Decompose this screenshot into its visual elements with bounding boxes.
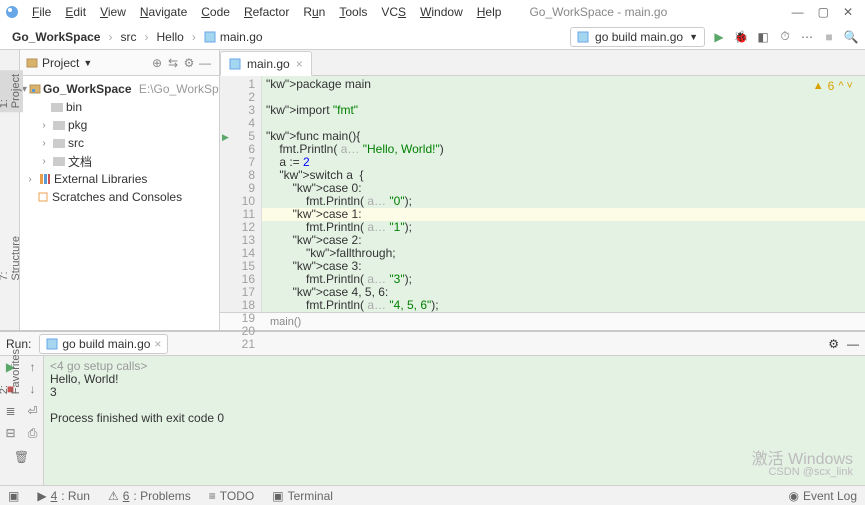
status-bar: ▣ ▶ 4: Run ⚠ 6: Problems ≡ TODO ▣ Termin… (0, 485, 865, 505)
breadcrumb-file[interactable]: main.go (198, 28, 269, 46)
gear-icon[interactable]: ⚙ (181, 56, 197, 70)
delete-icon[interactable]: 🗑 (13, 450, 31, 464)
chevron-icon: › (106, 30, 114, 44)
tree-root[interactable]: Go_WorkSpace (43, 82, 131, 96)
inspection-badge[interactable]: ▲ 6 ^ ˅ (813, 80, 853, 93)
go-icon (577, 31, 589, 43)
go-file-icon (204, 31, 216, 43)
favorites-tool-tab[interactable]: 2: Favorites (0, 345, 23, 398)
maximize-icon[interactable]: ▢ (818, 5, 829, 19)
stop-button[interactable]: ■ (821, 29, 837, 45)
menu-window[interactable]: Window (414, 3, 469, 21)
chevron-down-icon: ▼ (689, 32, 698, 42)
editor-tab-main[interactable]: main.go × (220, 51, 312, 76)
module-icon (29, 82, 41, 96)
editor-area: main.go × 12345▶678910111213141516171819… (220, 50, 865, 330)
app-icon (4, 4, 20, 20)
profile-button[interactable]: ⏱ (777, 29, 793, 45)
navigation-bar: Go_WorkSpace › src › Hello › main.go go … (0, 24, 865, 50)
folder-icon (52, 136, 66, 150)
breadcrumb-root[interactable]: Go_WorkSpace (6, 28, 106, 46)
chevron-icon: › (190, 30, 198, 44)
menu-code[interactable]: Code (195, 3, 236, 21)
menu-run[interactable]: Run (297, 3, 331, 21)
tree-folder-bin[interactable]: bin (66, 100, 82, 114)
coverage-button[interactable]: ◧ (755, 29, 771, 45)
watermark: 激活 Windows CSDN @scx_link (752, 453, 853, 479)
status-problems[interactable]: ⚠ 6: Problems (104, 489, 195, 503)
layout-button[interactable]: ≣ (2, 404, 20, 418)
scratches-icon (36, 190, 50, 204)
menu-edit[interactable]: Edit (59, 3, 92, 21)
folder-icon (52, 118, 66, 132)
left-tool-strip: 1: Project 7: Structure 2: Favorites (0, 50, 20, 330)
console-output[interactable]: <4 go setup calls>Hello, World!3 Process… (44, 356, 865, 485)
down-icon[interactable]: ↓ (24, 382, 42, 396)
locate-icon[interactable]: ⊕ (149, 56, 165, 70)
tool-windows-icon[interactable]: ▣ (4, 489, 23, 503)
window-title: Go_WorkSpace - main.go (529, 5, 667, 19)
gear-icon[interactable]: ⚙ (828, 337, 839, 351)
minimize-icon[interactable]: — (792, 5, 804, 19)
tree-folder-docs[interactable]: 文档 (68, 153, 92, 170)
hide-icon[interactable]: — (197, 56, 213, 70)
status-eventlog[interactable]: ◉ Event Log (784, 489, 861, 503)
menu-help[interactable]: Help (471, 3, 508, 21)
project-icon (26, 57, 38, 69)
expand-icon[interactable]: ⇆ (165, 56, 181, 70)
library-icon (38, 172, 52, 186)
project-tree[interactable]: ▾ Go_WorkSpace E:\Go_WorkSpace bin ›pkg … (20, 76, 219, 210)
menu-refactor[interactable]: Refactor (238, 3, 295, 21)
menu-tools[interactable]: Tools (333, 3, 373, 21)
breadcrumb-hello[interactable]: Hello (150, 28, 189, 46)
code-context[interactable]: main() (220, 312, 865, 330)
close-tab-icon[interactable]: × (154, 337, 161, 351)
folder-icon (52, 154, 66, 168)
menu-view[interactable]: View (94, 3, 132, 21)
folder-icon (50, 100, 64, 114)
menu-vcs[interactable]: VCS (375, 3, 412, 21)
run-button[interactable]: ▶ (711, 29, 727, 45)
breadcrumb-src[interactable]: src (114, 28, 142, 46)
wrap-icon[interactable]: ⏎ (24, 404, 42, 418)
pin-button[interactable]: ⊟ (2, 426, 20, 440)
project-panel: Project ▼ ⊕ ⇆ ⚙ — ▾ Go_WorkSpace E:\Go_W… (20, 50, 220, 330)
tree-folder-pkg[interactable]: pkg (68, 118, 87, 132)
editor-gutter[interactable]: 12345▶6789101112131415161718192021 (220, 76, 262, 312)
tree-folder-src[interactable]: src (68, 136, 84, 150)
menu-navigate[interactable]: Navigate (134, 3, 193, 21)
run-config-selector[interactable]: go build main.go ▼ (570, 27, 705, 47)
attach-button[interactable]: ⋯ (799, 29, 815, 45)
tree-scratches[interactable]: Scratches and Consoles (52, 190, 182, 204)
hide-icon[interactable]: — (847, 337, 859, 351)
debug-button[interactable]: 🐞 (733, 29, 749, 45)
status-todo[interactable]: ≡ TODO (205, 489, 258, 503)
status-run[interactable]: ▶ 4: Run (33, 489, 94, 503)
run-tab[interactable]: go build main.go × (39, 334, 168, 354)
menu-bar: File Edit View Navigate Code Refactor Ru… (0, 0, 865, 24)
menu-file[interactable]: File (26, 3, 57, 21)
close-tab-icon[interactable]: × (296, 57, 303, 71)
status-terminal[interactable]: ▣ Terminal (268, 489, 337, 503)
up-icon[interactable]: ↑ (24, 360, 42, 374)
structure-tool-tab[interactable]: 7: Structure (0, 232, 23, 285)
go-icon (46, 338, 58, 350)
run-tool-window: Run: go build main.go × ⚙ — ▶ ■ ≣ ⊟ ↑ ↓ … (0, 330, 865, 485)
code-editor[interactable]: ▲ 6 ^ ˅ "kw">package main"kw">import "fm… (262, 76, 865, 312)
close-icon[interactable]: ✕ (843, 5, 853, 19)
project-view-selector[interactable]: Project ▼ (26, 56, 92, 70)
print-icon[interactable]: ⎙ (24, 426, 42, 440)
go-file-icon (229, 58, 241, 70)
search-icon[interactable]: 🔍 (843, 29, 859, 45)
chevron-icon: › (142, 30, 150, 44)
tree-external-libraries[interactable]: External Libraries (54, 172, 147, 186)
project-tool-tab[interactable]: 1: Project (0, 70, 23, 112)
